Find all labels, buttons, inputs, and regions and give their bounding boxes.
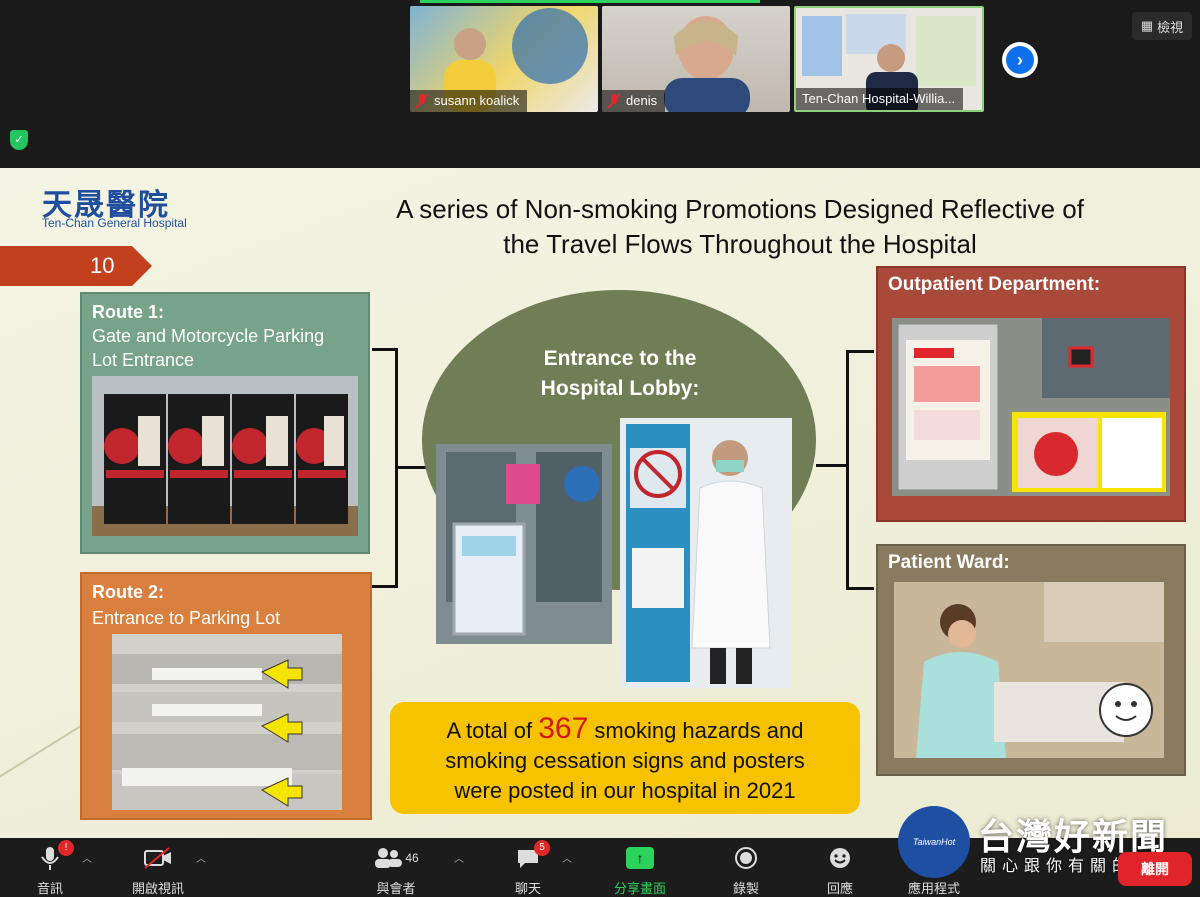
audio-options-chevron-icon[interactable]: ︿ <box>82 850 92 865</box>
video-gallery-strip: susann koalick denis Ten-Chan Hospital-W… <box>0 0 1200 168</box>
slide-page-number: 10 <box>0 246 152 286</box>
summary-line-2: smoking cessation signs and posters <box>445 748 805 773</box>
slide-title: A series of Non-smoking Promotions Desig… <box>330 192 1150 262</box>
participant-video-2[interactable]: denis <box>602 6 790 112</box>
dept-connector <box>846 350 874 590</box>
reactions-label: 回應 <box>826 881 853 896</box>
route-2-photo <box>112 634 342 810</box>
start-video-button[interactable]: 開啟視訊 <box>118 844 198 897</box>
participant-name: denis <box>626 93 658 108</box>
apps-label: 應用程式 <box>907 881 960 896</box>
summary-callout: A total of 367 smoking hazards and smoki… <box>390 702 860 814</box>
audio-label: 音訊 <box>36 881 63 896</box>
reactions-button[interactable]: 回應 <box>800 844 880 897</box>
slide-title-line-2: the Travel Flows Throughout the Hospital <box>503 229 977 259</box>
participants-count: 46 <box>405 851 419 865</box>
smiley-icon <box>830 848 850 868</box>
share-screen-button[interactable]: ↑ 分享畫面 <box>600 844 680 897</box>
summary-count: 367 <box>538 712 589 745</box>
news-watermark-logo: TaiwanHot <box>898 806 970 878</box>
route-connector-line <box>398 466 426 469</box>
route-1-line-2: Lot Entrance <box>92 350 195 370</box>
security-shield-icon[interactable]: ✓ <box>10 130 28 150</box>
chat-icon-wrap: 5 <box>488 840 568 872</box>
record-icon-wrap <box>706 844 786 872</box>
dept-connector-line <box>816 464 846 467</box>
lobby-title: Entrance to the Hospital Lobby: <box>470 344 770 404</box>
hospital-logo-en: Ten-Chan General Hospital <box>42 216 187 230</box>
leave-meeting-button[interactable]: 離開 <box>1118 852 1192 886</box>
participants-icon <box>375 848 403 868</box>
participant-name-tag: susann koalick <box>410 90 528 112</box>
next-page-button[interactable]: › <box>1002 42 1038 78</box>
summary-suffix: smoking hazards and <box>588 718 804 743</box>
patient-ward-title: Patient Ward: <box>888 552 1010 573</box>
route-2-box: Route 2: Entrance to Parking Lot <box>80 572 372 820</box>
chevron-right-icon: › <box>1006 46 1034 74</box>
shared-slide: 天晟醫院 Ten-Chan General Hospital A series … <box>0 168 1200 838</box>
mic-muted-icon <box>416 94 428 108</box>
summary-line-3: were posted in our hospital in 2021 <box>454 778 796 803</box>
chat-unread-badge: 5 <box>534 840 550 856</box>
share-label: 分享畫面 <box>613 881 666 896</box>
active-speaker-indicator <box>420 0 760 3</box>
participant-name-tag: Ten-Chan Hospital-Willia... <box>796 88 964 110</box>
video-label: 開啟視訊 <box>131 881 184 896</box>
view-options-button[interactable]: ▦ 檢視 <box>1132 12 1192 40</box>
participants-label: 與會者 <box>376 881 416 896</box>
record-icon <box>735 847 757 869</box>
route-1-line-1: Gate and Motorcycle Parking <box>92 326 325 346</box>
chat-button[interactable]: 5 聊天 <box>488 840 568 897</box>
lobby-title-line-2: Hospital Lobby: <box>540 377 700 400</box>
lobby-title-line-1: Entrance to the <box>543 347 697 370</box>
audio-button[interactable]: ! 音訊 <box>10 840 90 897</box>
participant-name: Ten-Chan Hospital-Willia... <box>802 91 956 106</box>
route-2-line-1: Entrance to Parking Lot <box>92 608 281 628</box>
record-button[interactable]: 錄製 <box>706 844 786 897</box>
participants-options-chevron-icon[interactable]: ︿ <box>454 850 464 865</box>
participant-name-tag: denis <box>602 90 666 112</box>
route-1-heading: Route 1: <box>92 300 164 324</box>
lobby-doctor-photo <box>620 418 792 688</box>
route-connector <box>372 348 398 588</box>
audio-warning-badge: ! <box>58 840 74 856</box>
grid-icon: ▦ <box>1140 18 1154 33</box>
outpatient-photo <box>892 318 1170 496</box>
reactions-icon-wrap <box>800 844 880 872</box>
route-1-photo <box>92 376 358 536</box>
participant-video-3[interactable]: Ten-Chan Hospital-Willia... <box>794 6 984 112</box>
participants-button[interactable]: 46 與會者 <box>356 844 436 897</box>
outpatient-title: Outpatient Department: <box>888 274 1101 295</box>
share-icon-wrap: ↑ <box>600 844 680 872</box>
summary-line-1: A total of 367 smoking hazards and <box>390 714 860 746</box>
microphone-icon: ! <box>10 840 90 872</box>
participant-video-1[interactable]: susann koalick <box>410 6 598 112</box>
summary-prefix: A total of <box>446 718 539 743</box>
chat-label: 聊天 <box>514 881 541 896</box>
route-1-box: Route 1: Gate and Motorcycle Parking Lot… <box>80 292 370 554</box>
route-2-heading-text: Route 2: <box>92 582 164 602</box>
patient-ward-box: Patient Ward: <box>876 544 1186 776</box>
chat-options-chevron-icon[interactable]: ︿ <box>562 850 572 865</box>
outpatient-box: Outpatient Department: <box>876 266 1186 522</box>
slide-title-line-1: A series of Non-smoking Promotions Desig… <box>396 194 1084 224</box>
participant-name: susann koalick <box>434 93 520 108</box>
record-label: 錄製 <box>732 881 759 896</box>
route-1-heading-text: Route 1: <box>92 302 164 322</box>
route-2-heading: Route 2: <box>92 580 164 604</box>
lobby-entrance-photo <box>436 444 612 644</box>
share-screen-icon: ↑ <box>626 847 654 869</box>
video-off-icon <box>118 844 198 872</box>
view-label: 檢視 <box>1157 19 1184 35</box>
patient-ward-photo <box>894 582 1164 758</box>
video-options-chevron-icon[interactable]: ︿ <box>196 850 206 865</box>
participants-icon-wrap: 46 <box>356 844 436 872</box>
mic-muted-icon <box>608 94 620 108</box>
